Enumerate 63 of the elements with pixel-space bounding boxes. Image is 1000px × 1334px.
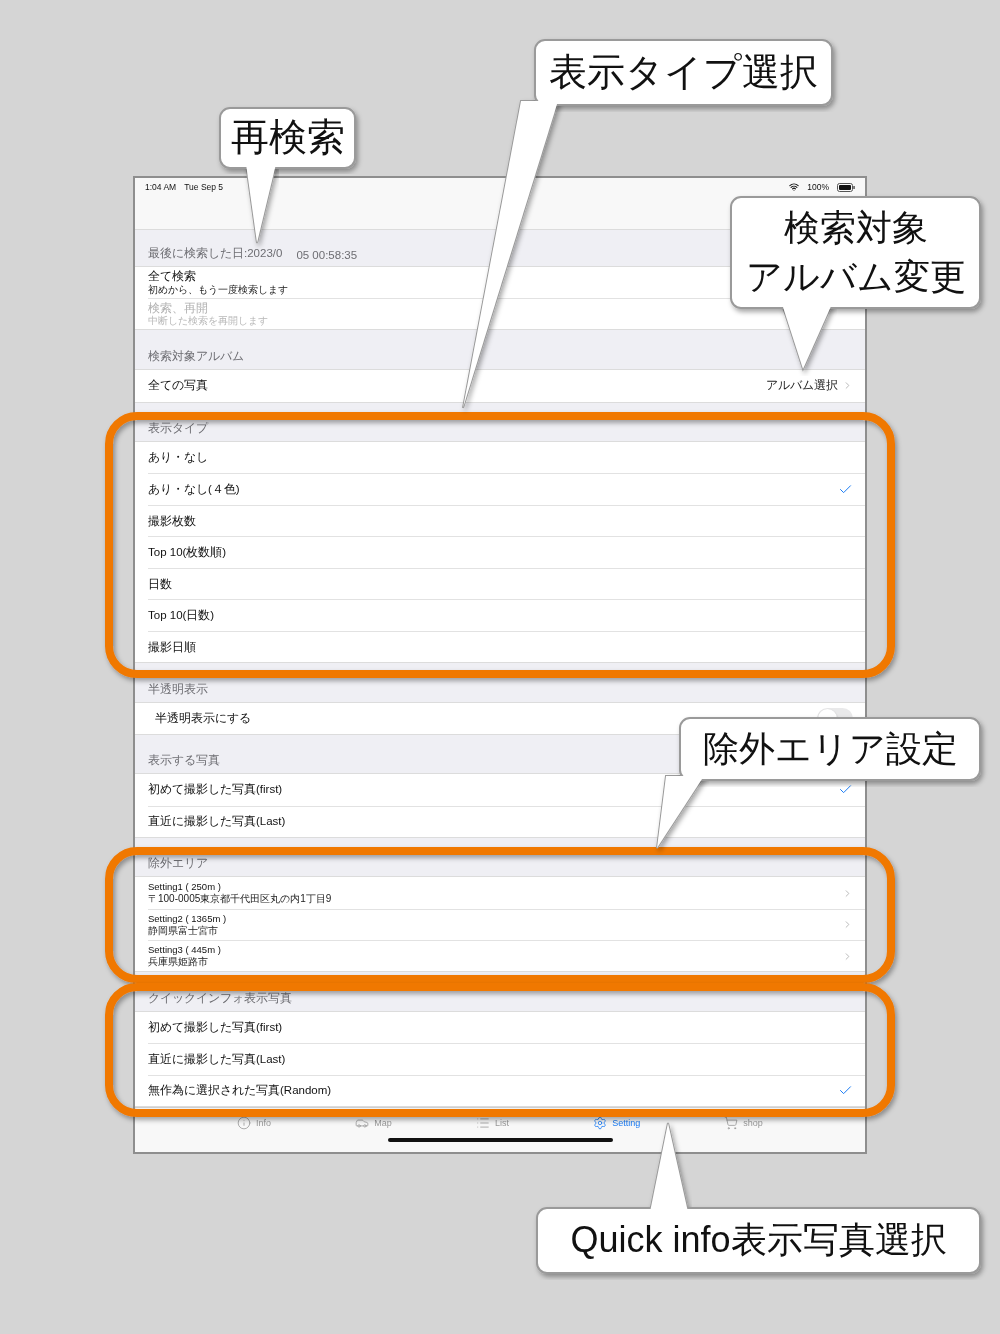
option-row[interactable]: Top 10(日数) [148,599,865,631]
option-row[interactable]: 直近に撮影した写真(Last) [148,1043,865,1075]
row-title: あり・なし(４色) [148,482,240,498]
row-title: Setting1 ( 250m ) [148,881,222,893]
option-row[interactable]: 無作為に選択された写真(Random) [148,1074,865,1107]
row-subtitle: 兵庫県姫路市 [148,955,209,968]
list-icon [475,1116,490,1131]
callout-text: 除外エリア設定 [702,726,958,771]
area-row[interactable]: Setting3 ( 445m ) 兵庫県姫路市 [148,940,865,972]
option-row[interactable]: 初めて撮影した写真(first) [148,1011,865,1044]
status-date: Tue Sep 5 [184,182,224,192]
battery-percent: 100% [807,182,829,192]
row-value: アルバム選択 [766,378,838,393]
callout-text: 再検索 [230,115,345,161]
callout-text: Quick info表示写真選択 [570,1218,947,1263]
row-title: 半透明表示にする [155,710,251,726]
row-title: 初めて撮影した写真(first) [148,1019,283,1035]
area-row[interactable]: Setting1 ( 250m ) 〒100-0005東京都千代田区丸の内1丁目9 [148,877,865,909]
cart-icon [724,1116,739,1131]
section-header: 半透明表示 [148,681,208,697]
section-header: 検索対象アルバム [148,348,244,364]
row-title: 撮影枚数 [148,513,196,529]
option-row[interactable]: 初めて撮影した写真(first) [148,774,865,806]
row-title: 検索、再開 [148,301,209,315]
option-row[interactable]: Top 10(枚数順) [148,536,865,568]
battery-icon [837,182,855,192]
row-title: 直近に撮影した写真(Last) [148,814,286,830]
row-subtitle: 〒100-0005東京都千代田区丸の内1丁目9 [148,892,332,905]
wifi-icon [789,182,800,192]
row-title: 日数 [148,576,172,592]
car-icon [355,1116,370,1131]
section-header: クイックインフォ表示写真 [148,990,292,1006]
row-title: Top 10(日数) [148,608,215,624]
section-header: 表示する写真 [148,753,220,769]
row-title: 撮影日順 [148,639,196,655]
row-title: 無作為に選択された写真(Random) [148,1083,332,1099]
option-row[interactable]: 撮影枚数 [148,504,865,537]
section-header: 除外エリア [148,856,208,872]
area-row[interactable]: Setting2 ( 1365m ) 静岡県富士宮市 [148,908,865,941]
row-title: Setting2 ( 1365m ) [148,913,227,924]
section-header: 最後に検索した日:2023/0 [148,246,283,262]
callout-text: 検索対象 [783,205,928,250]
row-title: Top 10(枚数順) [148,545,227,561]
section-header: 05 00:58:35 [296,249,358,262]
option-row[interactable]: 日数 [148,567,865,600]
settings-icon [593,1116,608,1131]
row-title: 初めて撮影した写真(first) [148,782,283,798]
callout-text: 表示タイプ選択 [549,49,818,95]
tab-item[interactable]: Setting [593,1116,641,1131]
info-icon [237,1116,252,1131]
option-row[interactable]: 撮影日順 [148,630,865,663]
section-header: 表示タイプ [148,420,208,436]
option-row[interactable]: あり・なし [148,441,865,474]
row-title: 全て検索 [148,270,197,284]
row-title: Setting3 ( 445m ) [148,945,221,956]
status-time: 1:04 AM [145,182,177,192]
option-row[interactable]: あり・なし(４色) [148,473,865,505]
row-subtitle: 初めから、もう一度検索します [148,283,288,295]
callout-text: アルバム変更 [745,254,966,299]
row-title: 全ての写真 [148,378,208,393]
row-title: あり・なし [148,450,208,466]
row-subtitle: 静岡県富士宮市 [148,924,219,937]
row-title: 直近に撮影した写真(Last) [148,1051,286,1067]
